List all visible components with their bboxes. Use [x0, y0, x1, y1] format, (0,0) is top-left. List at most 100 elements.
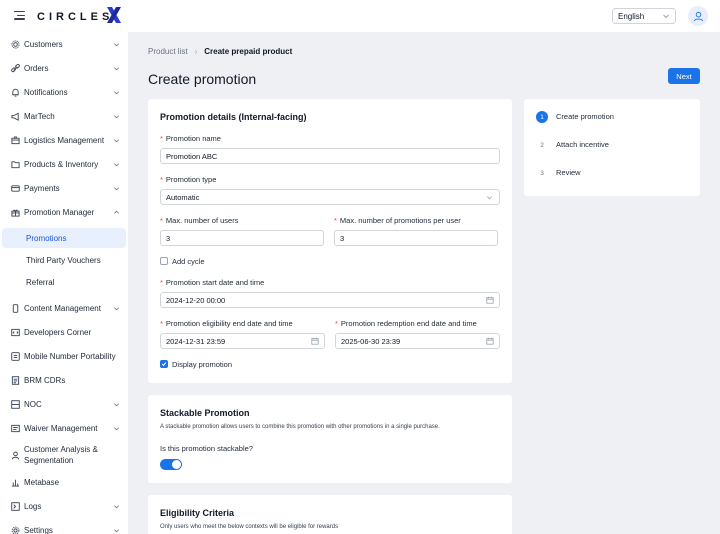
- sidebar-subitem-referral[interactable]: Referral: [2, 272, 126, 292]
- sidebar-item-label: Notifications: [24, 87, 68, 97]
- sidebar-item-waiver-management[interactable]: Waiver Management: [0, 417, 128, 439]
- eligibility-end-input[interactable]: 2024-12-31 23:59: [160, 333, 325, 349]
- sidebar-item-label: Promotion Manager: [24, 207, 95, 217]
- sidebar-item-metabase[interactable]: Metabase: [0, 471, 128, 493]
- promotion-type-select[interactable]: Automatic: [160, 189, 500, 205]
- max-users-input[interactable]: 3: [160, 230, 324, 246]
- settings-icon: [11, 39, 20, 49]
- sidebar-item-customer-analysis[interactable]: Customer Analysis & Segmentation: [0, 444, 128, 466]
- sidebar-item-label: Customers: [24, 39, 63, 49]
- select-value: Automatic: [166, 192, 200, 202]
- sidebar-subitem-promotions[interactable]: Promotions: [2, 228, 126, 248]
- sidebar-item-orders[interactable]: Orders: [0, 57, 128, 79]
- sidebar-subitem-third-party-vouchers[interactable]: Third Party Vouchers: [2, 250, 126, 270]
- chevron-down-icon: [663, 14, 669, 19]
- sidebar-item-content-management[interactable]: Content Management: [0, 297, 128, 319]
- sidebar-item-martech[interactable]: MarTech: [0, 105, 128, 127]
- sidebar-item-customers[interactable]: Customers: [0, 33, 128, 55]
- chevron-down-icon: [114, 43, 119, 47]
- sidebar-item-developers-corner[interactable]: Developers Corner: [0, 321, 128, 343]
- breadcrumb-current: Create prepaid product: [204, 47, 293, 56]
- card-title: Stackable Promotion: [160, 408, 250, 418]
- sidebar-item-label: MarTech: [24, 111, 55, 121]
- sidebar-item-label: Developers Corner: [24, 327, 92, 337]
- chevron-down-icon: [114, 427, 119, 431]
- promotion-details-card: Promotion details (Internal-facing) * Pro…: [148, 99, 512, 383]
- input-value: 3: [166, 233, 171, 243]
- step-label[interactable]: Create promotion: [556, 112, 614, 121]
- chevron-down-icon: [114, 91, 119, 95]
- link-icon: [11, 63, 20, 73]
- input-value: 2025-06-30 23:39: [341, 336, 401, 346]
- user-icon: [11, 451, 20, 460]
- calendar-icon: [311, 337, 319, 345]
- sidebar-item-label: Content Management: [24, 303, 101, 313]
- document-icon: [11, 375, 20, 385]
- user-avatar[interactable]: [688, 6, 708, 26]
- calendar-icon: [486, 337, 494, 345]
- chevron-right-icon: ›: [194, 47, 198, 56]
- sidebar-item-label: Waiver Management: [24, 423, 98, 433]
- chevron-down-icon: [114, 307, 119, 311]
- eligibility-criteria-card: Eligibility Criteria Only users who meet…: [148, 495, 512, 534]
- max-users-label: * Max. number of users: [160, 216, 239, 225]
- card-description: Only users who meet the below contexts w…: [160, 524, 339, 530]
- sidebar-item-settings[interactable]: Settings: [0, 519, 128, 534]
- sidebar-item-logistics[interactable]: Logistics Management: [0, 129, 128, 151]
- promotion-name-input[interactable]: Promotion ABC: [160, 148, 500, 164]
- chevron-down-icon: [114, 163, 119, 167]
- redemption-end-input[interactable]: 2025-06-30 23:39: [335, 333, 500, 349]
- sidebar-item-label: Orders: [24, 63, 49, 73]
- display-promotion-label: Display promotion: [172, 360, 233, 369]
- chevron-down-icon: [114, 505, 119, 509]
- bell-icon: [11, 88, 20, 97]
- calendar-icon: [486, 296, 494, 304]
- sidebar: Customers Orders Notifications MarTech L…: [0, 32, 128, 534]
- transfer-icon: [11, 351, 20, 361]
- top-bar: CIRCLES English: [0, 0, 720, 32]
- logo[interactable]: CIRCLES: [37, 7, 121, 26]
- sidebar-item-promotion-manager[interactable]: Promotion Manager: [0, 201, 128, 223]
- sidebar-item-noc[interactable]: NOC: [0, 393, 128, 415]
- start-date-label: * Promotion start date and time: [160, 278, 265, 287]
- input-value: 3: [340, 233, 345, 243]
- language-value: English: [618, 11, 645, 21]
- language-select[interactable]: English: [612, 8, 676, 24]
- start-date-input[interactable]: 2024-12-20 00:00: [160, 292, 500, 308]
- sidebar-item-mobile-number-portability[interactable]: Mobile Number Portability: [0, 345, 128, 367]
- logo-x-icon: [107, 7, 121, 23]
- step-number: 2: [540, 141, 544, 149]
- card-description: A stackable promotion allows users to co…: [160, 424, 440, 430]
- sidebar-item-products[interactable]: Products & Inventory: [0, 153, 128, 175]
- toggle-knob: [172, 460, 181, 469]
- step-label[interactable]: Attach incentive: [556, 140, 609, 149]
- max-per-user-input[interactable]: 3: [334, 230, 498, 246]
- chevron-down-icon: [114, 115, 119, 119]
- stackable-question-label: Is this promotion stackable?: [160, 444, 253, 453]
- chevron-down-icon: [114, 529, 119, 533]
- step-label[interactable]: Review: [556, 168, 581, 177]
- sidebar-item-label: Customer Analysis & Segmentation: [24, 445, 98, 465]
- redemption-end-label: * Promotion redemption end date and time: [335, 319, 477, 328]
- sidebar-item-label: Mobile Number Portability: [24, 351, 116, 361]
- sidebar-item-brm-cdrs[interactable]: BRM CDRs: [0, 369, 128, 391]
- add-cycle-checkbox[interactable]: [160, 257, 168, 265]
- sidebar-subitem-label: Promotions: [26, 233, 67, 243]
- sidebar-item-notifications[interactable]: Notifications: [0, 81, 128, 103]
- sidebar-item-logs[interactable]: Logs: [0, 495, 128, 517]
- breadcrumb: Product list › Create prepaid product: [148, 47, 292, 56]
- sidebar-item-label: Logistics Management: [24, 135, 105, 145]
- display-promotion-checkbox[interactable]: [160, 360, 168, 368]
- card-title: Eligibility Criteria: [160, 508, 235, 518]
- eligibility-end-label: * Promotion eligibility end date and time: [160, 319, 293, 328]
- folder-icon: [11, 160, 20, 169]
- sidebar-item-payments[interactable]: Payments: [0, 177, 128, 199]
- menu-toggle-icon[interactable]: [14, 11, 25, 20]
- breadcrumb-parent[interactable]: Product list: [148, 47, 188, 56]
- sidebar-item-label: Logs: [24, 501, 42, 511]
- stackable-toggle[interactable]: [160, 459, 182, 470]
- next-button[interactable]: Next: [668, 68, 700, 84]
- box-icon: [11, 135, 20, 145]
- step-number: 1: [536, 111, 548, 123]
- input-value: Promotion ABC: [166, 151, 218, 161]
